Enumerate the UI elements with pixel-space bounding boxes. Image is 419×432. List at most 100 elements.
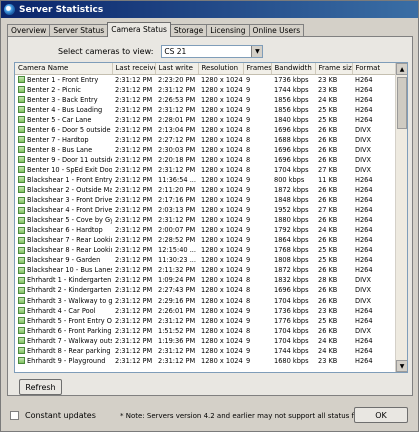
table-cell: 26 KB: [318, 216, 338, 225]
table-row[interactable]: Blackshear 8 - Rear Lookin... 2:31:12 PM 1…: [15, 245, 395, 255]
table-cell: 2:31:12 PM: [158, 356, 196, 365]
table-row[interactable]: Ehrhardt 5 - Front Entry Out...2:31:12 P…: [15, 316, 395, 326]
table-cell: 1:19:36 PM: [158, 336, 196, 345]
vertical-scrollbar[interactable]: ▲ ▼: [395, 63, 407, 372]
table-row[interactable]: Ehrhardt 4 - Car Pool 2:31:12 PM 2:26:01 P…: [15, 306, 395, 316]
column-header[interactable]: Camera Name: [15, 63, 113, 75]
table-row[interactable]: Benter 3 - Back Entry 2:31:12 PM 2:26:53 P…: [15, 95, 395, 105]
camera-name-cell: Blackshear 8 - Rear Lookin...: [18, 245, 112, 255]
table-cell: 2:31:12 PM: [115, 185, 153, 194]
table-row[interactable]: Benter 9 - Door 11 outside s...2:31:12 P…: [15, 155, 395, 165]
table-row[interactable]: Benter 5 - Car Lane 2:31:12 PM 2:28:01 PM 1…: [15, 115, 395, 125]
table-cell: 26 KB: [318, 266, 338, 275]
table-cell: 2:13:04 PM: [158, 125, 196, 134]
camera-name-cell: Ehrhardt 1 - Kindergarten E...: [18, 275, 112, 285]
table-cell: 2:31:12 PM: [115, 155, 153, 164]
table-row[interactable]: Blackshear 2 - Outside Mai...2:31:12 PM 2…: [15, 185, 395, 195]
camera-icon: [18, 176, 25, 184]
table-cell: Blackshear 5 - Cove by Gym: [15, 215, 112, 225]
table-cell: 2:31:12 PM: [115, 326, 153, 335]
table-row[interactable]: Benter 2 - Picnic 2:31:12 PM 2:31:12 PM 128…: [15, 85, 395, 95]
table-cell: 9: [246, 85, 251, 94]
table-cell: 25 KB: [318, 105, 338, 114]
table-row[interactable]: Benter 6 - Door 5 outside st...2:31:12 P…: [15, 125, 395, 135]
column-header[interactable]: Format: [352, 63, 395, 75]
table-row[interactable]: Benter 7 - Hardtop 2:31:12 PM 2:27:12 PM 12…: [15, 135, 395, 145]
table-row[interactable]: Blackshear 4 - Front Drive/... 2:31:12 PM…: [15, 205, 395, 215]
table-cell: 26 KB: [318, 236, 338, 245]
table-row[interactable]: Ehrhardt 3 - Walkway to gym2:31:12 PM 2:2…: [15, 295, 395, 305]
table-row[interactable]: Blackshear 5 - Cove by Gym 2:31:12 PM 2:31…: [15, 215, 395, 225]
camera-name-cell: Benter 1 - Front Entry: [18, 75, 112, 85]
column-header[interactable]: Frame size: [315, 63, 353, 75]
table-row[interactable]: Benter 4 - Bus Loading 2:31:12 PM 2:31:12 …: [15, 105, 395, 115]
camera-list[interactable]: Camera NameLast receivedLast writeResolu…: [14, 62, 408, 373]
table-row[interactable]: Blackshear 3 - Front Drive/... 2:31:12 PM…: [15, 195, 395, 205]
camera-icon: [18, 337, 25, 345]
camera-icon: [18, 266, 25, 274]
refresh-button[interactable]: Refresh: [19, 379, 62, 395]
table-cell: DIVX: [355, 165, 372, 174]
camera-icon: [18, 357, 25, 365]
table-cell: 25 KB: [318, 246, 338, 255]
constant-updates-checkbox[interactable]: [10, 411, 19, 420]
table-row[interactable]: Blackshear 9 - Garden 2:31:12 PM 11:30:23 …: [15, 255, 395, 265]
camera-icon: [18, 297, 25, 304]
camera-name: Ehrhardt 3 - Walkway to gym: [27, 296, 112, 305]
table-cell: 2:26:01 PM: [158, 306, 196, 315]
table-row[interactable]: Ehrhardt 7 - Walkway outsi...2:31:12 PM 1…: [15, 336, 395, 346]
table-row[interactable]: Blackshear 10 - Bus Lanes 2:31:12 PM 2:11:…: [15, 265, 395, 275]
table-row[interactable]: Benter 10 - SpEd Exit Door 2:31:12 PM 2:31…: [15, 165, 395, 175]
table-row[interactable]: Ehrhardt 9 - Playground 2:31:12 PM 2:31:12…: [15, 356, 395, 366]
table-cell: 1280 x 1024: [201, 145, 243, 154]
table-row[interactable]: Blackshear 1 - Front Entry 2:31:12 PM 11:3…: [15, 175, 395, 185]
column-header[interactable]: Frames: [243, 63, 272, 75]
table-row[interactable]: Ehrhardt 2 - Kindergarten C...2:31:12 PM…: [15, 285, 395, 295]
column-header[interactable]: Resolution: [198, 63, 244, 75]
table-row[interactable]: Ehrhardt 6 - Front Parking 2:31:12 PM 1:51…: [15, 326, 395, 336]
camera-name-cell: Benter 10 - SpEd Exit Door: [18, 165, 112, 175]
table-row[interactable]: Benter 8 - Bus Lane 2:31:12 PM 2:30:03 PM 1…: [15, 145, 395, 155]
table-cell: 9: [246, 175, 251, 184]
camera-icon: [18, 96, 25, 104]
table-cell: Blackshear 3 - Front Drive/...: [15, 195, 112, 205]
table-cell: 2:28:01 PM: [158, 115, 196, 124]
camera-icon: [18, 186, 25, 194]
table-row[interactable]: Benter 1 - Front Entry 2:31:12 PM 2:23:20 …: [15, 74, 395, 85]
column-header[interactable]: Last received: [112, 63, 156, 75]
table-cell: 8: [246, 326, 251, 335]
table-cell: Ehrhardt 8 - Rear parking &...: [15, 346, 112, 356]
table-cell: 1848 kbps: [274, 196, 309, 205]
column-header[interactable]: Last write: [155, 63, 199, 75]
table-cell: 2:27:12 PM: [158, 135, 196, 144]
scrollbar-thumb[interactable]: [397, 77, 407, 129]
table-cell: 1744 kbps: [274, 85, 309, 94]
table-cell: 1280 x 1024: [201, 256, 243, 265]
table-cell: 2:31:12 PM: [115, 175, 153, 184]
camera-select-dropdown[interactable]: CS 21 ▼: [161, 45, 264, 58]
camera-list-inner: Camera NameLast receivedLast writeResolu…: [15, 63, 395, 372]
title-bar[interactable]: Server Statistics: [1, 1, 418, 18]
table-cell: 2:03:13 PM: [158, 206, 196, 215]
table-row[interactable]: Blackshear 7 - Rear Lookin... 2:31:12 PM 2…: [15, 235, 395, 245]
table-cell: 2:31:12 PM: [115, 356, 153, 365]
camera-name: Benter 5 - Car Lane: [27, 115, 92, 124]
table-cell: H264: [355, 175, 373, 184]
chevron-down-icon[interactable]: ▼: [251, 46, 263, 57]
tab-camera-status[interactable]: Camera Status: [107, 22, 171, 37]
camera-icon: [18, 246, 25, 254]
table-cell: 1856 kbps: [274, 95, 309, 104]
table-cell: DIVX: [355, 135, 372, 144]
arrow-down-icon[interactable]: ▼: [396, 360, 407, 372]
compatibility-note: * Note: Servers version 4.2 and earlier …: [120, 412, 383, 420]
constant-updates-row[interactable]: Constant updates: [10, 411, 96, 420]
camera-icon: [18, 286, 25, 294]
table-row[interactable]: Ehrhardt 8 - Rear parking &...2:31:12 PM…: [15, 346, 395, 356]
table-cell: 2:31:12 PM: [115, 105, 153, 114]
table-row[interactable]: Ehrhardt 1 - Kindergarten E...2:31:12 PM…: [15, 275, 395, 285]
table-cell: Blackshear 4 - Front Drive/...: [15, 205, 112, 215]
ok-button[interactable]: OK: [354, 407, 408, 423]
table-row[interactable]: Blackshear 6 - Hardtop 2:31:12 PM 2:00:07 …: [15, 225, 395, 235]
column-header[interactable]: Bandwidth: [271, 63, 316, 75]
arrow-up-icon[interactable]: ▲: [396, 63, 407, 75]
